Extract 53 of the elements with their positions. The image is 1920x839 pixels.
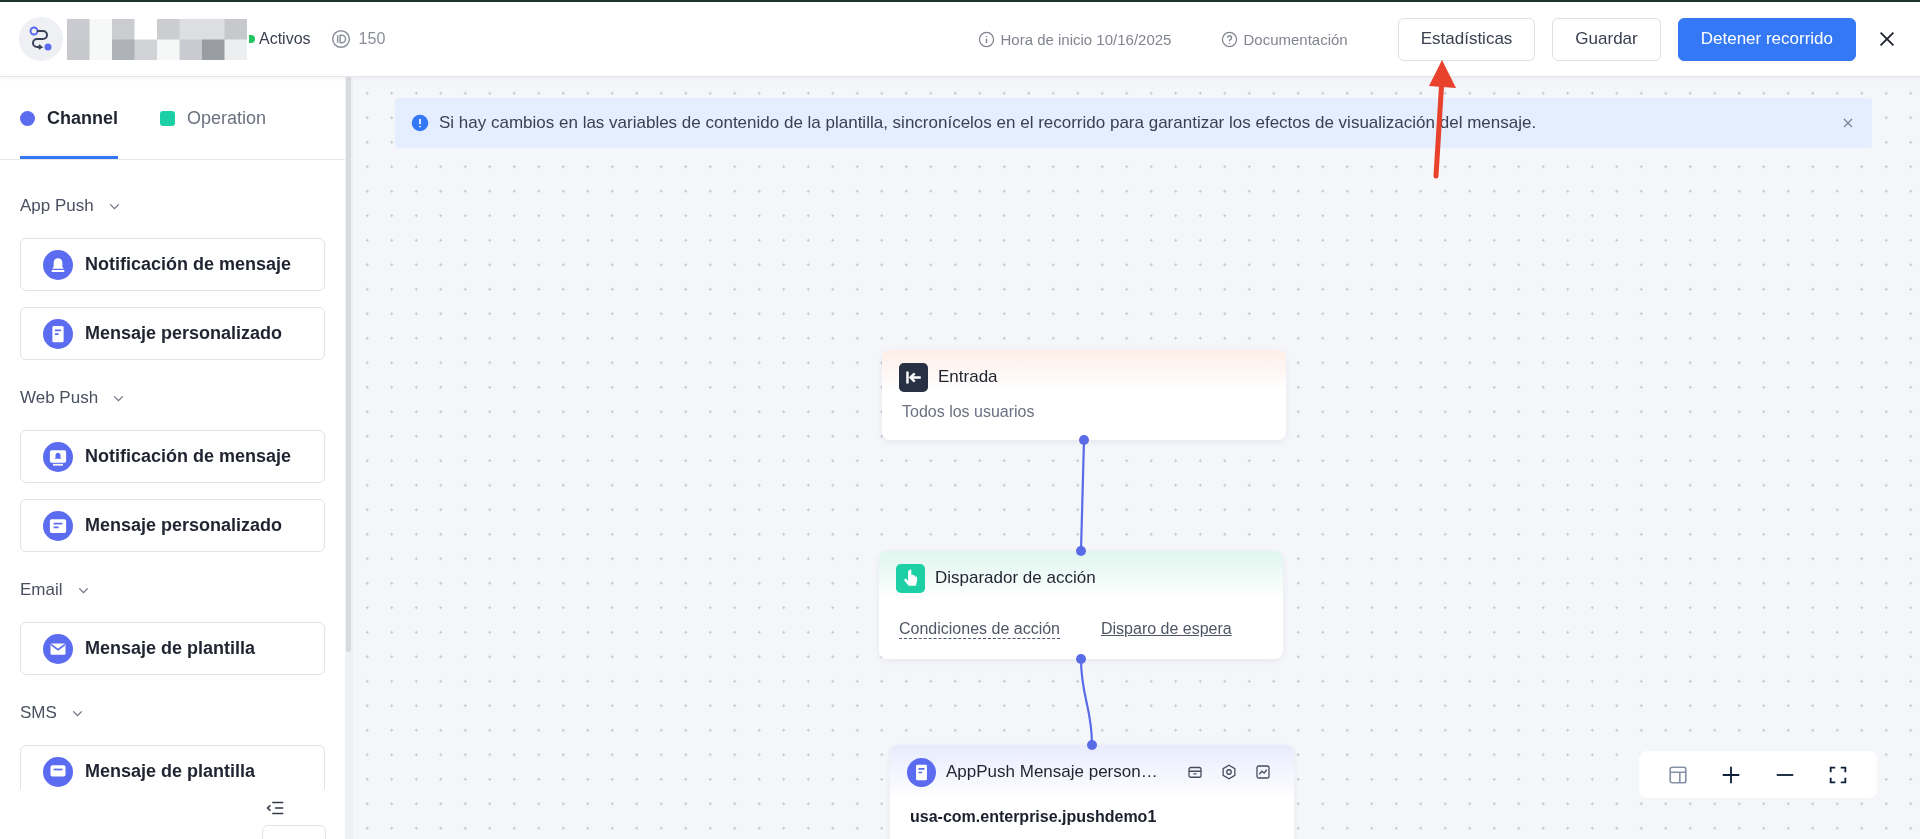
node-body: usa-com.enterprise.jpushdemo1 [909, 807, 1158, 826]
screen-document-icon [43, 510, 73, 541]
documentation-link[interactable]: Documentación [1243, 30, 1348, 48]
document-icon [907, 757, 936, 787]
group-title: SMS [20, 703, 57, 723]
channel-card[interactable]: Mensaje de plantilla [20, 622, 325, 675]
screen-bell-icon [43, 441, 73, 472]
flow-node[interactable]: Entrada Todos los usuarios [882, 350, 1286, 440]
header-button[interactable]: Guardar [1552, 17, 1661, 61]
envelope-icon [43, 633, 73, 664]
help-icon [1221, 30, 1239, 48]
connector-port[interactable] [1087, 740, 1097, 750]
channel-card[interactable]: Mensaje personalizado [20, 307, 325, 360]
header-button[interactable]: Estadísticas [1397, 17, 1536, 61]
flow-node[interactable]: Disparador de acción Condiciones de acción Disparo de espera [879, 551, 1283, 659]
node-title: Disparador de acción [935, 568, 1096, 588]
alert-icon [411, 114, 429, 132]
connector-port[interactable] [1076, 546, 1086, 556]
channel-card[interactable]: Mensaje personalizado [20, 499, 325, 552]
node-title: Entrada [938, 367, 998, 387]
tab-label: Operation [187, 108, 267, 129]
sidebar-tab[interactable]: Operation [160, 77, 267, 159]
flow-node[interactable]: AppPush Mensaje person… usa-com.enterprise.jpushdemo1 [890, 745, 1294, 839]
hand-pointer-icon [896, 563, 925, 593]
group-title: App Push [20, 196, 94, 216]
channel-card[interactable]: Mensaje de plantilla [20, 745, 325, 789]
logo-icon [19, 17, 63, 61]
id-value: 150 [358, 30, 386, 48]
status-label: Activos [259, 30, 311, 48]
group-title: Email [20, 580, 63, 600]
sidebar-tab[interactable]: Channel [20, 77, 118, 159]
layout-icon[interactable] [1666, 763, 1689, 786]
id-icon [330, 29, 351, 49]
channel-card[interactable]: Notificación de mensaje [20, 238, 325, 291]
channel-card[interactable]: Notificación de mensaje [20, 430, 325, 483]
node-title: AppPush Mensaje person… [946, 762, 1158, 782]
node-subtitle: Todos los usuarios [901, 402, 1036, 421]
connector-port[interactable] [1076, 654, 1086, 664]
node-link[interactable]: Condiciones de acción [899, 620, 1060, 639]
connector-port[interactable] [1079, 435, 1089, 445]
header-button[interactable]: Detener recorrido [1677, 17, 1856, 61]
chart-icon[interactable] [1254, 763, 1272, 781]
card-background [262, 825, 326, 839]
tab-label: Channel [47, 108, 118, 129]
enter-icon [899, 362, 928, 392]
document-icon [43, 318, 73, 349]
settings-icon[interactable] [1220, 763, 1238, 781]
group-title: Web Push [20, 388, 99, 408]
node-link[interactable]: Disparo de espera [1101, 620, 1232, 639]
start-time: Hora de inicio 10/16/2025 [1000, 30, 1172, 48]
info-icon [978, 30, 996, 48]
bell-icon [43, 249, 73, 280]
message-icon [43, 756, 73, 787]
